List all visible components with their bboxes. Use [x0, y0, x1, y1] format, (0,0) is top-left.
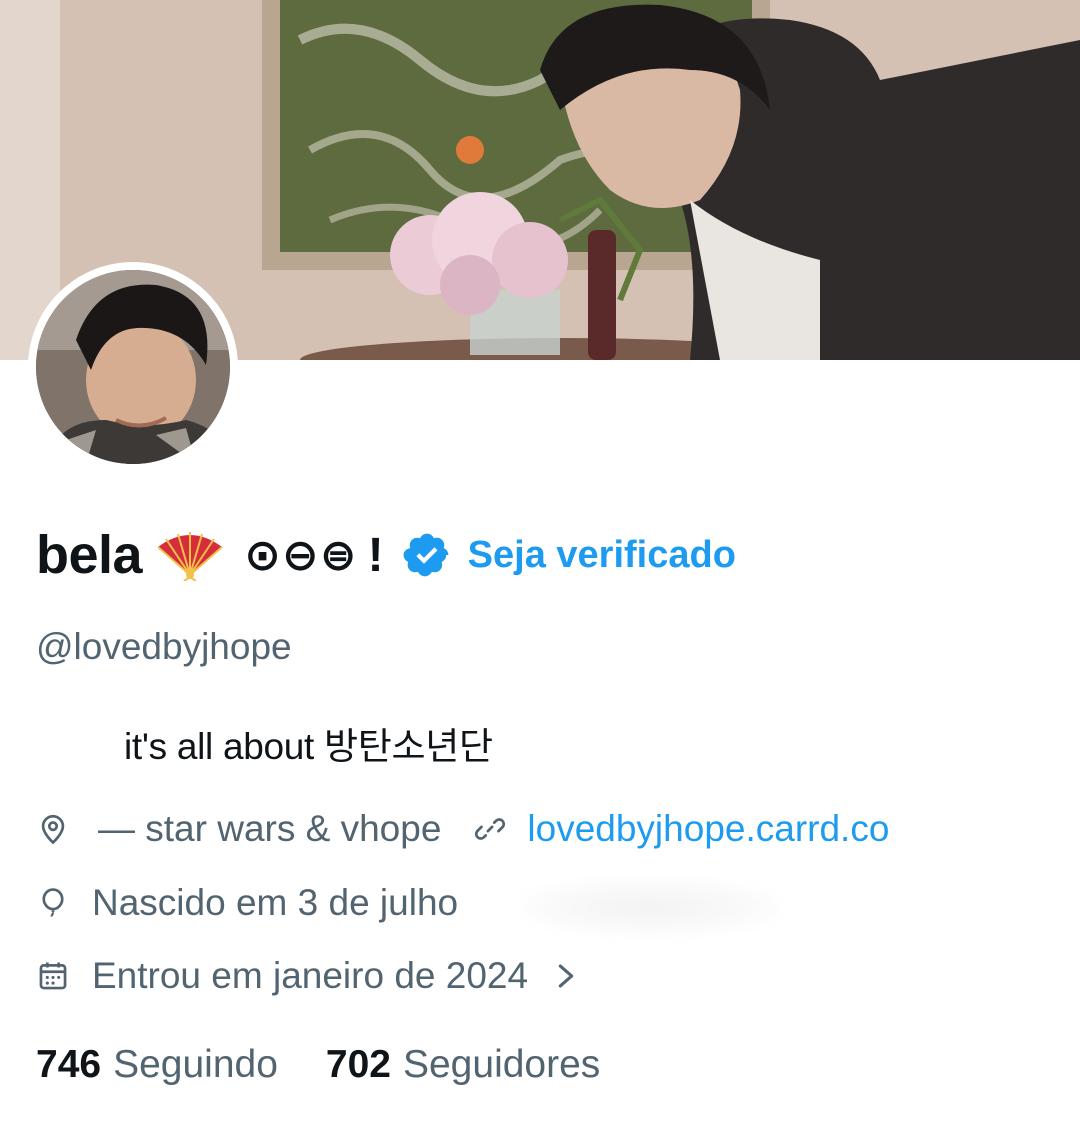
chevron-right-icon[interactable] [554, 959, 578, 993]
location-pin-icon [41, 814, 65, 845]
profile-avatar[interactable] [28, 262, 238, 472]
avatar-photo [36, 270, 230, 464]
profile-website-link[interactable]: lovedbyjhope.carrd.co [527, 808, 889, 850]
joined-row[interactable]: Entrou em janeiro de 2024 [36, 955, 578, 997]
folding-fan-icon [157, 532, 223, 581]
following-label: Seguindo [113, 1043, 278, 1086]
blurred-region [520, 878, 780, 936]
profile-page: bela ⊙⊖⊜ ! Seja verificado @lovedbyjhope… [0, 0, 1080, 1147]
joined-date-text: Entrou em janeiro de 2024 [92, 955, 529, 996]
link-icon [475, 818, 506, 840]
calendar-icon [39, 962, 67, 990]
verified-badge-icon [403, 533, 449, 577]
get-verified-link[interactable]: Seja verificado [468, 534, 736, 577]
profile-name-row: bela ⊙⊖⊜ ! Seja verificado [36, 520, 736, 590]
balloon-icon [42, 888, 64, 917]
followers-label: Seguidores [402, 1043, 601, 1086]
following-link[interactable]: 746 Seguindo [36, 1043, 278, 1087]
followers-link[interactable]: 702 Seguidores [326, 1043, 600, 1087]
location-row: — star wars & vhope lovedbyjhope.carrd.c… [36, 808, 889, 850]
name-exclamation: ! [367, 528, 384, 582]
name-symbols: ⊙⊖⊜ [244, 529, 358, 581]
following-count: 746 [36, 1043, 102, 1086]
display-name: bela [36, 525, 143, 585]
followers-count: 702 [325, 1043, 391, 1086]
profile-bio: it's all about 방탄소년단 [124, 726, 493, 767]
user-handle: @lovedbyjhope [36, 626, 292, 667]
birthday-row: Nascido em 3 de julho [36, 882, 458, 924]
location-text: — star wars & vhope [98, 808, 442, 849]
birthday-text: Nascido em 3 de julho [92, 882, 459, 923]
follow-counts: 746 Seguindo 702 Seguidores [36, 1043, 600, 1087]
